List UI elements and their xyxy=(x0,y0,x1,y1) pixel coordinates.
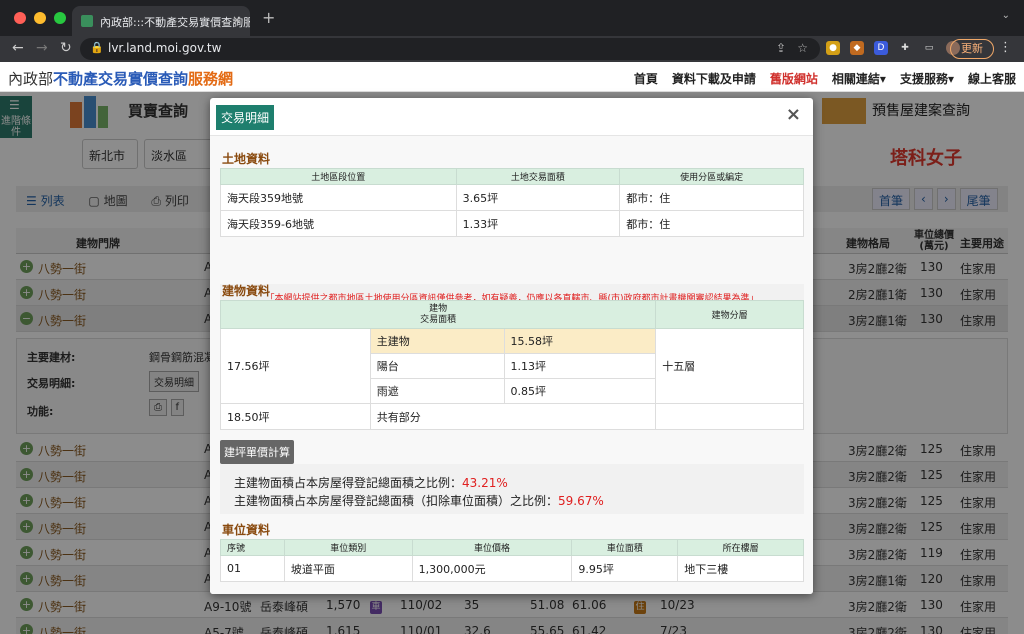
building-header-area-line1: 建物 xyxy=(429,303,448,314)
ratio-1-value: 43.21% xyxy=(462,476,508,490)
rain-shelter-value: 0.85坪 xyxy=(503,378,657,404)
table-row: 海天段359-6地號 1.33坪 都市：住 xyxy=(220,210,804,237)
main-building-value: 15.58坪 xyxy=(503,328,657,354)
building-section-title: 建物資料 xyxy=(222,284,271,298)
transaction-detail-modal: 交易明細 × 土地資料 土地區段位置 土地交易面積 使用分區或編定 海天段359… xyxy=(210,98,813,594)
site-favicon-icon xyxy=(81,15,93,27)
close-window-button[interactable] xyxy=(14,12,26,24)
extension-d-icon[interactable]: D xyxy=(874,41,888,55)
maximize-window-button[interactable] xyxy=(54,12,66,24)
install-icon[interactable]: ⇪ xyxy=(776,41,786,55)
building-header-floor: 建物分層 xyxy=(655,300,804,329)
parking-no: 01 xyxy=(220,555,285,582)
forward-icon[interactable]: → xyxy=(36,40,48,56)
land-header-area: 土地交易面積 xyxy=(455,168,621,185)
minimize-window-button[interactable] xyxy=(34,12,46,24)
tab-close-icon[interactable]: × xyxy=(232,13,242,27)
lock-icon: 🔒 xyxy=(90,41,104,54)
bookmark-star-icon[interactable]: ☆ xyxy=(797,41,808,55)
land-header-zoning: 使用分區或編定 xyxy=(619,168,804,185)
nav-old-site[interactable]: 舊版網站 xyxy=(770,70,818,87)
building-total-area: 17.56坪 xyxy=(220,328,371,404)
extensions-puzzle-icon[interactable]: ✚ xyxy=(898,41,912,55)
nav-online-service[interactable]: 線上客服 xyxy=(968,70,1016,87)
parking-header-floor: 所在樓層 xyxy=(677,539,804,556)
ratio-line-1: 主建物面積占本房屋得登記總面積之比例：43.21% xyxy=(234,474,508,491)
ratio-line-2: 主建物面積占本房屋得登記總面積（扣除車位面積）之比例：59.67% xyxy=(234,492,604,509)
address-bar-row: ← → ↻ 🔒 lvr.land.moi.gov.tw ⇪ ☆ ● ◆ D ✚ … xyxy=(0,36,1024,62)
site-logo[interactable]: 內政部不動產交易實價查詢服務網 xyxy=(8,68,233,89)
parking-table: 序號 車位類別 車位價格 車位面積 所在樓層 01 坡道平面 1,300,000… xyxy=(220,539,804,582)
parking-price: 1,300,000元 xyxy=(411,555,573,582)
parking-header-type: 車位類別 xyxy=(283,539,413,556)
common-area-label: 共有部分 xyxy=(369,403,657,430)
nav-home[interactable]: 首頁 xyxy=(634,70,658,87)
extension-2-icon[interactable]: ◆ xyxy=(850,41,864,55)
area-ratio-box: 主建物面積占本房屋得登記總面積之比例：43.21% 主建物面積占本房屋得登記總面… xyxy=(220,464,804,514)
tab-search-icon[interactable]: ⌄ xyxy=(1002,10,1010,21)
table-row: 01 坡道平面 1,300,000元 9.95坪 地下三樓 xyxy=(220,555,804,582)
nav-related-links[interactable]: 相關連結▾ xyxy=(832,70,886,87)
logo-main-text: 不動產交易實價查詢 xyxy=(53,70,189,88)
back-icon[interactable]: ← xyxy=(12,40,24,56)
common-area-floor xyxy=(655,403,804,430)
modal-body: 土地資料 土地區段位置 土地交易面積 使用分區或編定 海天段359地號 3.65… xyxy=(210,136,813,594)
url-field[interactable]: 🔒 lvr.land.moi.gov.tw ⇪ ☆ xyxy=(80,38,820,60)
land-location: 海天段359地號 xyxy=(220,184,457,211)
window-controls xyxy=(14,12,66,24)
modal-header: 交易明細 × xyxy=(210,98,813,136)
common-area-value: 18.50坪 xyxy=(220,403,371,430)
building-table: 建物 交易面積 建物分層 17.56坪 主建物 15.58坪 十五層 陽台 1.1… xyxy=(219,300,804,430)
modal-close-icon[interactable]: × xyxy=(786,104,801,125)
land-section-title: 土地資料 xyxy=(222,152,271,166)
extension-1-icon[interactable]: ● xyxy=(826,41,840,55)
unit-price-calc-button[interactable]: 建坪單價計算 xyxy=(220,440,294,464)
rain-shelter-label: 雨遮 xyxy=(369,378,505,404)
land-zoning: 都市：住 xyxy=(619,184,804,211)
parking-area: 9.95坪 xyxy=(571,555,679,582)
building-header-area-line2: 交易面積 xyxy=(420,314,457,325)
top-nav: 首頁 資料下載及申請 舊版網站 相關連結▾ 支援服務▾ 線上客服 xyxy=(634,70,1016,87)
land-zoning: 都市：住 xyxy=(619,210,804,237)
land-area: 3.65坪 xyxy=(455,184,621,211)
parking-floor: 地下三樓 xyxy=(677,555,804,582)
tab-title: 內政部:::不動產交易實價查詢服務網 xyxy=(100,16,250,29)
reload-icon[interactable]: ↻ xyxy=(60,40,72,56)
parking-header-area: 車位面積 xyxy=(571,539,679,556)
new-tab-button[interactable]: + xyxy=(262,8,275,27)
land-area: 1.33坪 xyxy=(455,210,621,237)
land-header-location: 土地區段位置 xyxy=(220,168,457,185)
browser-tab[interactable]: 內政部:::不動產交易實價查詢服務網 × xyxy=(72,6,250,36)
browser-tab-bar: 內政部:::不動產交易實價查詢服務網 × + ⌄ xyxy=(0,0,1024,36)
cast-icon[interactable]: ▭ xyxy=(922,41,936,55)
logo-moi-text: 內政部 xyxy=(8,70,54,88)
ratio-2-value: 59.67% xyxy=(558,494,604,508)
table-row: 海天段359地號 3.65坪 都市：住 xyxy=(220,184,804,211)
browser-menu-icon[interactable]: ⋮ xyxy=(999,40,1012,55)
main-building-label: 主建物 xyxy=(369,328,505,354)
url-text: lvr.land.moi.gov.tw xyxy=(108,41,222,55)
parking-section-title: 車位資料 xyxy=(222,523,271,537)
modal-title: 交易明細 xyxy=(216,105,275,130)
land-location: 海天段359-6地號 xyxy=(220,210,457,237)
logo-sub-text: 服務網 xyxy=(188,70,234,88)
nav-support[interactable]: 支援服務▾ xyxy=(900,70,954,87)
update-button[interactable]: 更新 xyxy=(950,39,994,59)
parking-header-price: 車位價格 xyxy=(411,539,573,556)
building-header-area: 建物 交易面積 xyxy=(219,300,657,329)
parking-type: 坡道平面 xyxy=(283,555,413,582)
land-table: 土地區段位置 土地交易面積 使用分區或編定 海天段359地號 3.65坪 都市：… xyxy=(220,168,804,237)
balcony-value: 1.13坪 xyxy=(503,353,657,379)
nav-download[interactable]: 資料下載及申請 xyxy=(672,70,756,87)
parking-header-no: 序號 xyxy=(220,539,285,556)
balcony-label: 陽台 xyxy=(369,353,505,379)
ratio-2-label: 主建物面積占本房屋得登記總面積（扣除車位面積）之比例： xyxy=(234,494,559,508)
site-header: 內政部不動產交易實價查詢服務網 首頁 資料下載及申請 舊版網站 相關連結▾ 支援… xyxy=(0,62,1024,92)
building-floor-value: 十五層 xyxy=(655,328,804,404)
ratio-1-label: 主建物面積占本房屋得登記總面積之比例： xyxy=(234,476,463,490)
